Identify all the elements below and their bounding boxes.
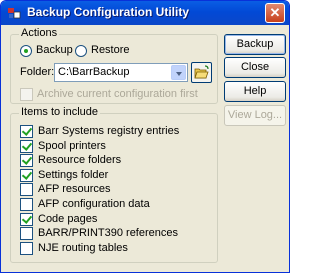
actions-group-label: Actions [19,27,60,39]
dialog-client: Actions Backup Restore Folder: C:\BarrBa… [4,25,287,270]
list-item[interactable]: AFP resources [20,183,215,197]
app-icon [8,8,21,19]
item-checkbox[interactable] [20,198,33,211]
folder-label: Folder: [20,66,55,78]
window-title: Backup Configuration Utility [27,5,189,19]
list-item[interactable]: NJE routing tables [20,241,215,255]
list-item[interactable]: Resource folders [20,154,215,168]
backup-radio[interactable] [20,45,32,57]
folder-combobox[interactable]: C:\BarrBackup [54,63,188,82]
list-item[interactable]: Code pages [20,212,215,226]
backup-button[interactable]: Backup [224,34,286,55]
archive-checkbox [20,88,33,101]
item-checkbox[interactable] [20,154,33,168]
title-bar[interactable]: Backup Configuration Utility ✕ [1,1,289,25]
item-checkbox-label[interactable]: AFP configuration data [38,198,150,210]
restore-radio-label[interactable]: Restore [91,44,130,56]
actions-group: Actions Backup Restore Folder: C:\BarrBa… [10,27,218,104]
item-checkbox[interactable] [20,125,33,138]
chevron-down-icon[interactable] [171,65,186,80]
backup-radio-label[interactable]: Backup [36,44,73,56]
item-checkbox-label[interactable]: Resource folders [38,154,121,166]
items-group-label: Items to include [19,106,101,118]
items-group: Items to include Barr Systems registry e… [10,106,218,263]
item-checkbox-label[interactable]: AFP resources [38,183,111,195]
item-checkbox-label[interactable]: BARR/PRINT390 references [38,227,178,239]
item-checkbox[interactable] [20,168,33,182]
backup-configuration-window: Backup Configuration Utility ✕ Actions B… [0,0,290,273]
item-checkbox-label[interactable]: Code pages [38,213,97,225]
item-checkbox[interactable] [20,139,33,153]
browse-folder-button[interactable] [191,62,212,83]
item-checkbox-label[interactable]: Spool printers [38,140,106,152]
list-item[interactable]: Spool printers [20,139,215,153]
item-checkbox[interactable] [20,212,33,226]
item-checkbox[interactable] [20,241,33,255]
item-checkbox-label[interactable]: Barr Systems registry entries [38,125,179,137]
list-item[interactable]: Barr Systems registry entries [20,125,215,138]
restore-radio[interactable] [75,45,87,57]
item-checkbox-label[interactable]: NJE routing tables [38,242,128,254]
item-checkbox[interactable] [20,183,33,197]
close-button[interactable]: Close [224,57,286,78]
view-log-button: View Log... [224,105,286,126]
folder-value: C:\BarrBackup [58,66,130,78]
window-close-button[interactable]: ✕ [265,3,285,23]
open-folder-icon [194,65,209,79]
item-checkbox[interactable] [20,227,33,241]
list-item[interactable]: BARR/PRINT390 references [20,227,215,241]
help-button[interactable]: Help [224,81,286,102]
items-list: Barr Systems registry entries Spool print… [20,125,215,261]
list-item[interactable]: AFP configuration data [20,198,215,211]
item-checkbox-label[interactable]: Settings folder [38,169,108,181]
list-item[interactable]: Settings folder [20,168,215,182]
archive-checkbox-label: Archive current configuration first [37,88,198,100]
